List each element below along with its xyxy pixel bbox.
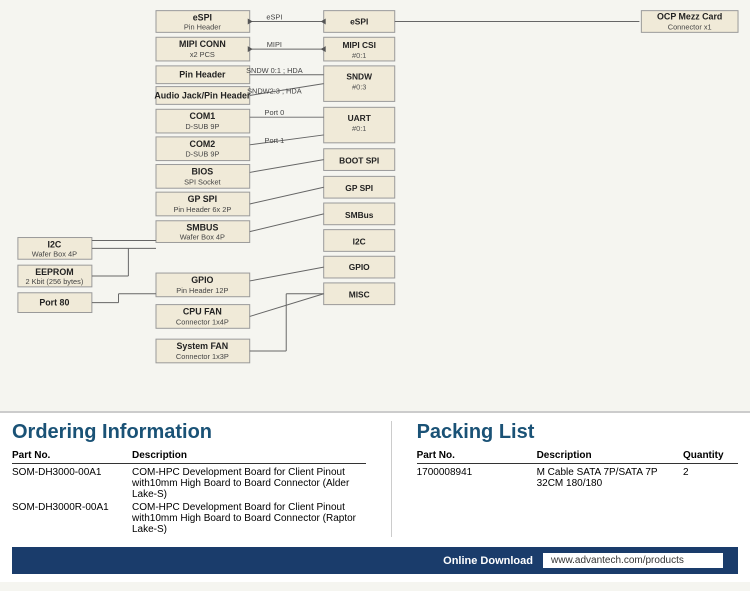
svg-text:COM1: COM1 xyxy=(190,111,216,121)
svg-text:#0:1: #0:1 xyxy=(352,124,366,133)
svg-text:OCP Mezz Card: OCP Mezz Card xyxy=(657,12,722,22)
svg-text:EEPROM: EEPROM xyxy=(35,267,73,277)
packing-rows: 1700008941 M Cable SATA 7P/SATA 7P 32CM … xyxy=(417,467,738,489)
svg-text:Pin Header 6x 2P: Pin Header 6x 2P xyxy=(173,205,231,214)
svg-text:eSPI: eSPI xyxy=(266,13,282,22)
svg-text:#0:1: #0:1 xyxy=(352,51,366,60)
svg-text:I2C: I2C xyxy=(47,239,61,249)
svg-text:Connector x1: Connector x1 xyxy=(668,22,712,31)
svg-text:SMBus: SMBus xyxy=(345,210,374,220)
svg-text:MISC: MISC xyxy=(349,290,370,300)
download-label: Online Download xyxy=(443,555,533,567)
svg-text:Connector 1x4P: Connector 1x4P xyxy=(176,317,229,326)
packing-desc: M Cable SATA 7P/SATA 7P 32CM 180/180 xyxy=(537,467,673,489)
svg-text:GP SPI: GP SPI xyxy=(345,183,373,193)
ordering-part: SOM-DH3000-00A1 xyxy=(12,467,122,478)
svg-text:Connector 1x3P: Connector 1x3P xyxy=(176,352,229,361)
svg-text:Wafer Box 4P: Wafer Box 4P xyxy=(180,233,225,242)
svg-text:#0:3: #0:3 xyxy=(352,83,366,92)
block-diagram-svg: .box-fill { fill: #f0ead8; stroke: #999;… xyxy=(10,6,740,401)
packing-col-part: Part No. xyxy=(417,450,527,461)
download-url: www.advantech.com/products xyxy=(543,553,723,568)
ordering-row: SOM-DH3000-00A1 COM-HPC Development Boar… xyxy=(12,467,366,500)
ordering-desc: COM-HPC Development Board for Client Pin… xyxy=(132,467,366,500)
ordering-col-desc: Description xyxy=(132,450,366,461)
svg-text:Port 0: Port 0 xyxy=(265,108,285,117)
bottom-columns: Ordering Information Part No. Descriptio… xyxy=(12,421,738,537)
download-bar: Online Download www.advantech.com/produc… xyxy=(12,547,738,574)
ordering-desc: COM-HPC Development Board for Client Pin… xyxy=(132,502,366,535)
svg-text:Pin Header 12P: Pin Header 12P xyxy=(176,286,228,295)
svg-text:x2 PCS: x2 PCS xyxy=(190,50,215,59)
bottom-section: Ordering Information Part No. Descriptio… xyxy=(0,411,750,582)
packing-table-header: Part No. Description Quantity xyxy=(417,450,738,464)
packing-qty: 2 xyxy=(683,467,738,478)
packing-col-desc: Description xyxy=(537,450,673,461)
packing-row: 1700008941 M Cable SATA 7P/SATA 7P 32CM … xyxy=(417,467,738,489)
svg-text:SPI Socket: SPI Socket xyxy=(184,177,220,186)
svg-text:CPU FAN: CPU FAN xyxy=(183,306,222,316)
svg-text:D-SUB 9P: D-SUB 9P xyxy=(185,150,219,159)
svg-text:eSPI: eSPI xyxy=(350,16,368,26)
ordering-part: SOM-DH3000R-00A1 xyxy=(12,502,122,513)
svg-text:SNDW: SNDW xyxy=(346,72,372,82)
ordering-col-part: Part No. xyxy=(12,450,122,461)
svg-text:Port 1: Port 1 xyxy=(265,136,285,145)
svg-text:Pin Header: Pin Header xyxy=(179,70,226,80)
svg-text:I2C: I2C xyxy=(353,236,366,246)
svg-text:MIPI CONN: MIPI CONN xyxy=(179,39,226,49)
svg-text:MIPI: MIPI xyxy=(267,40,282,49)
svg-text:Audio Jack/Pin Header: Audio Jack/Pin Header xyxy=(154,90,251,100)
packing-title: Packing List xyxy=(417,421,738,444)
ordering-row: SOM-DH3000R-00A1 COM-HPC Development Boa… xyxy=(12,502,366,535)
svg-text:COM2: COM2 xyxy=(190,139,216,149)
svg-text:BIOS: BIOS xyxy=(192,166,214,176)
packing-part: 1700008941 xyxy=(417,467,527,478)
ordering-section: Ordering Information Part No. Descriptio… xyxy=(12,421,366,537)
svg-text:GP SPI: GP SPI xyxy=(188,194,217,204)
svg-text:Pin Header: Pin Header xyxy=(184,22,221,31)
svg-text:2 Kbit (256 bytes): 2 Kbit (256 bytes) xyxy=(25,277,83,286)
svg-text:GPIO: GPIO xyxy=(191,275,213,285)
svg-text:eSPI: eSPI xyxy=(193,13,212,23)
ordering-title: Ordering Information xyxy=(12,421,366,444)
svg-text:Port 80: Port 80 xyxy=(39,298,69,308)
ordering-rows: SOM-DH3000-00A1 COM-HPC Development Boar… xyxy=(12,467,366,535)
block-diagram: .box-fill { fill: #f0ead8; stroke: #999;… xyxy=(10,6,740,401)
svg-text:System FAN: System FAN xyxy=(177,341,229,351)
ordering-table-header: Part No. Description xyxy=(12,450,366,464)
svg-text:MIPI CSI: MIPI CSI xyxy=(342,40,376,50)
svg-text:D-SUB 9P: D-SUB 9P xyxy=(185,122,219,131)
svg-text:Wafer Box 4P: Wafer Box 4P xyxy=(32,249,77,258)
svg-text:SNDW 0:1 ; HDA: SNDW 0:1 ; HDA xyxy=(246,66,303,75)
svg-text:UART: UART xyxy=(348,113,372,123)
section-divider xyxy=(391,421,392,537)
packing-section: Packing List Part No. Description Quanti… xyxy=(417,421,738,537)
svg-text:GPIO: GPIO xyxy=(349,262,370,272)
svg-text:BOOT SPI: BOOT SPI xyxy=(339,156,379,166)
packing-col-qty: Quantity xyxy=(683,450,738,461)
diagram-area: .box-fill { fill: #f0ead8; stroke: #999;… xyxy=(0,0,750,411)
svg-text:SNDW2:3 ; HDA: SNDW2:3 ; HDA xyxy=(247,87,302,96)
svg-text:SMBUS: SMBUS xyxy=(186,223,218,233)
